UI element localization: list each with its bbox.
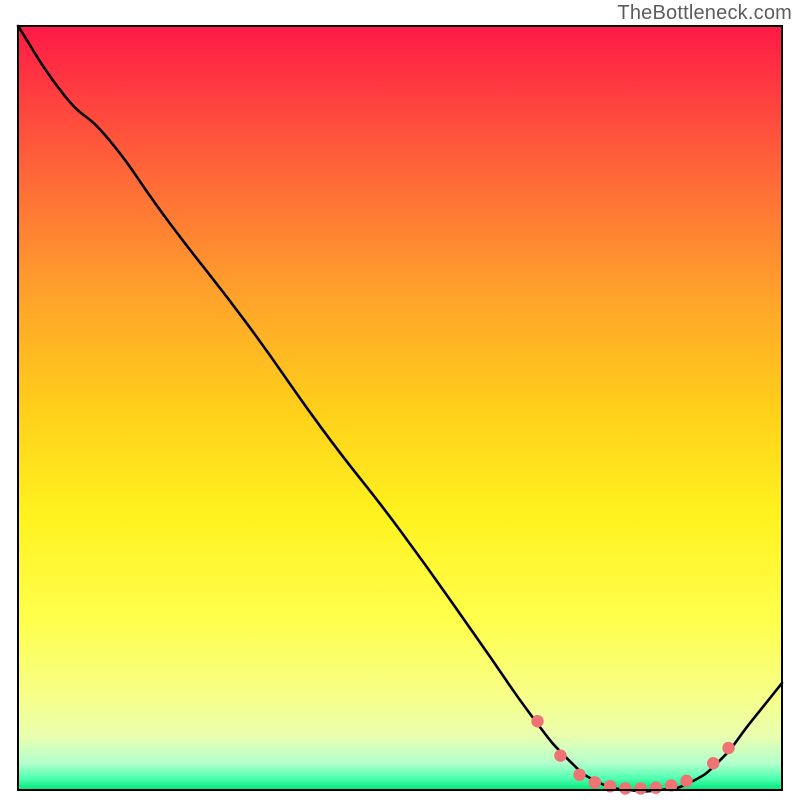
curve-marker <box>573 769 585 781</box>
curve-marker <box>634 782 646 794</box>
gradient-background <box>18 26 782 790</box>
chart-container: TheBottleneck.com <box>0 0 800 800</box>
chart-svg <box>0 0 800 800</box>
curve-marker <box>650 782 662 794</box>
curve-marker <box>554 749 566 761</box>
curve-marker <box>722 742 734 754</box>
curve-marker <box>589 776 601 788</box>
curve-marker <box>531 715 543 727</box>
curve-marker <box>680 775 692 787</box>
curve-marker <box>619 782 631 794</box>
curve-marker <box>707 757 719 769</box>
